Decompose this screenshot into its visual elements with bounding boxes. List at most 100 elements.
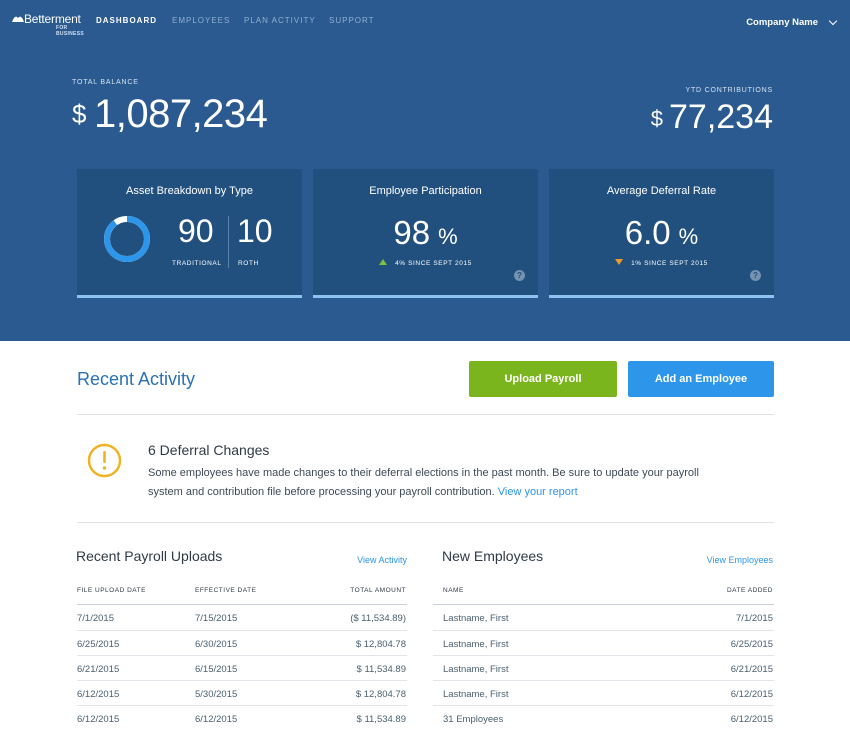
total-balance-label: TOTAL BALANCE: [72, 79, 139, 86]
card-title: Employee Participation: [369, 185, 482, 197]
date-added: 6/25/2015: [730, 639, 773, 650]
effective-date: 5/30/2015: [195, 689, 238, 700]
effective-date: 6/30/2015: [195, 639, 238, 650]
total-balance-value: $1,087,234: [72, 92, 268, 137]
currency-symbol: $: [72, 99, 86, 129]
total-amount: ($ 11,534.89): [350, 613, 406, 624]
employee-name: 31 Employees: [443, 714, 504, 725]
table-row[interactable]: 7/1/2015 7/15/2015 ($ 11,534.89): [77, 605, 407, 630]
deferral-number: 6.0: [624, 214, 671, 251]
upload-date: 6/25/2015: [77, 639, 120, 650]
help-icon[interactable]: ?: [514, 270, 525, 281]
percent-unit: %: [438, 224, 458, 249]
average-deferral-card: Average Deferral Rate 6.0% 1% SINCE SEPT…: [549, 169, 774, 298]
effective-date: 6/15/2015: [195, 664, 238, 675]
alert-text: Some employees have made changes to thei…: [148, 467, 699, 498]
view-employees-link[interactable]: View Employees: [707, 555, 773, 565]
divider: [77, 522, 774, 523]
upload-date: 7/1/2015: [77, 613, 114, 624]
table-row[interactable]: 6/12/2015 5/30/2015 $ 12,804.78: [77, 680, 407, 705]
deferral-delta: 1% SINCE SEPT 2015: [549, 259, 774, 267]
table-row[interactable]: 6/12/2015 6/12/2015 $ 11,534.89: [77, 705, 407, 730]
upload-date: 6/12/2015: [77, 714, 120, 725]
table-row[interactable]: Lastname, First 6/21/2015: [433, 655, 774, 680]
card-divider: [228, 216, 229, 268]
table-row[interactable]: Lastname, First 6/25/2015: [433, 630, 774, 655]
date-added: 6/12/2015: [730, 714, 773, 725]
column-header-total-amount: TOTAL AMOUNT: [350, 587, 406, 594]
dashboard-header: Betterment FOR BUSINESS DASHBOARD EMPLOY…: [0, 0, 850, 341]
ytd-contributions-value: $77,234: [651, 98, 773, 137]
participation-delta: 4% SINCE SEPT 2015: [313, 259, 538, 267]
add-employee-button[interactable]: Add an Employee: [628, 361, 774, 397]
alert-body: Some employees have made changes to thei…: [148, 464, 728, 502]
upload-payroll-button[interactable]: Upload Payroll: [469, 361, 617, 397]
total-amount: $ 11,534.89: [356, 664, 406, 675]
company-name: Company Name: [746, 17, 818, 28]
upload-date: 6/12/2015: [77, 689, 120, 700]
card-title: Average Deferral Rate: [606, 185, 717, 197]
employee-name: Lastname, First: [443, 689, 509, 700]
table-row[interactable]: 6/25/2015 6/30/2015 $ 12,804.78: [77, 630, 407, 655]
recent-activity-title: Recent Activity: [77, 369, 196, 389]
recent-payroll-title: Recent Payroll Uploads: [76, 548, 223, 564]
table-row[interactable]: Lastname, First 6/12/2015: [433, 680, 774, 705]
roth-label: ROTH: [238, 260, 259, 267]
upload-date: 6/21/2015: [77, 664, 120, 675]
traditional-value: 90: [178, 213, 214, 249]
nav-dashboard[interactable]: DASHBOARD: [96, 16, 157, 25]
date-added: 6/12/2015: [730, 689, 773, 700]
asset-breakdown-card: Asset Breakdown by Type 90 TRADITIONAL 1…: [77, 169, 302, 298]
alert-title: 6 Deferral Changes: [148, 442, 270, 458]
nav-support[interactable]: SUPPORT: [329, 16, 375, 25]
nav-plan-activity[interactable]: PLAN ACTIVITY: [244, 16, 316, 25]
deferral-value: 6.0%: [549, 214, 774, 252]
percent-unit: %: [678, 224, 699, 249]
date-added: 7/1/2015: [736, 613, 773, 624]
view-report-link[interactable]: View your report: [498, 486, 578, 498]
total-amount: $ 12,804.78: [355, 639, 406, 650]
new-employees-title: New Employees: [442, 548, 544, 564]
company-menu[interactable]: Company Name: [746, 16, 838, 28]
effective-date: 6/12/2015: [195, 714, 238, 725]
total-amount: $ 11,534.89: [356, 714, 406, 725]
top-nav: Betterment FOR BUSINESS DASHBOARD EMPLOY…: [0, 0, 850, 44]
arrow-up-icon: [379, 259, 388, 265]
brand-name: Betterment: [24, 12, 81, 26]
arrow-down-icon: [615, 259, 624, 265]
participation-number: 98: [393, 214, 431, 251]
brand-logo[interactable]: Betterment FOR BUSINESS: [12, 12, 92, 37]
table-row[interactable]: Lastname, First 7/1/2015: [433, 605, 774, 630]
traditional-label: TRADITIONAL: [172, 260, 222, 267]
total-amount: $ 12,804.78: [355, 689, 406, 700]
employee-name: Lastname, First: [443, 639, 509, 650]
participation-value: 98%: [313, 214, 538, 252]
employee-participation-card: Employee Participation 98% 4% SINCE SEPT…: [313, 169, 538, 298]
currency-symbol: $: [650, 106, 663, 131]
delta-text: 4% SINCE SEPT 2015: [395, 260, 472, 267]
employee-name: Lastname, First: [443, 664, 509, 675]
brand-subtitle: FOR BUSINESS: [56, 25, 84, 37]
total-balance-amount: 1,087,234: [93, 92, 268, 136]
betterment-logo-icon: [12, 16, 24, 22]
ytd-contributions-amount: 77,234: [669, 98, 773, 136]
chevron-down-icon: [828, 16, 838, 25]
warning-icon: [87, 443, 122, 478]
view-activity-link[interactable]: View Activity: [357, 555, 407, 565]
employee-name: Lastname, First: [443, 613, 509, 624]
asset-donut-chart: [104, 216, 150, 262]
roth-value: 10: [237, 213, 273, 249]
help-icon[interactable]: ?: [750, 270, 761, 281]
column-header-name: NAME: [443, 587, 464, 594]
ytd-contributions-label: YTD CONTRIBUTIONS: [685, 87, 773, 94]
table-row[interactable]: 31 Employees 6/12/2015: [433, 705, 774, 730]
column-header-effective-date: EFFECTIVE DATE: [195, 587, 257, 594]
effective-date: 7/15/2015: [195, 613, 238, 624]
donut-traditional-arc: [104, 216, 150, 262]
date-added: 6/21/2015: [730, 664, 773, 675]
card-title: Asset Breakdown by Type: [126, 185, 253, 197]
nav-employees[interactable]: EMPLOYEES: [172, 16, 230, 25]
column-header-date-added: DATE ADDED: [726, 587, 773, 594]
table-row[interactable]: 6/21/2015 6/15/2015 $ 11,534.89: [77, 655, 407, 680]
divider: [77, 414, 774, 415]
